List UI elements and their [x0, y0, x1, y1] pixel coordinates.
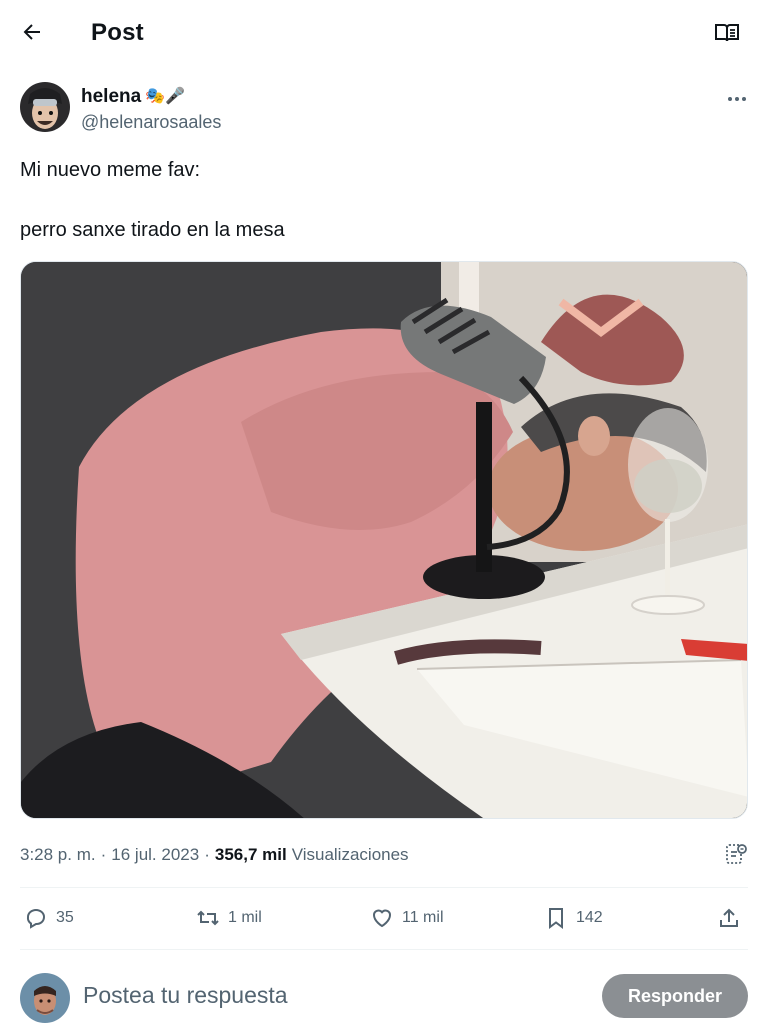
share-icon: [720, 908, 738, 927]
repost-count: 1 mil: [228, 909, 262, 926]
current-user-avatar[interactable]: [20, 973, 70, 1023]
author-avatar[interactable]: [20, 82, 70, 132]
user-face-icon: [34, 986, 56, 1015]
reply-input[interactable]: Postea tu respuesta: [83, 982, 288, 1009]
post-date[interactable]: 16 jul. 2023: [111, 845, 199, 865]
post-image[interactable]: [20, 261, 748, 819]
post-actions: 35 1 mil 11 mil 142: [20, 898, 748, 942]
more-horizontal-icon[interactable]: [726, 88, 748, 110]
reply-action[interactable]: 35: [24, 906, 74, 930]
author-emojis: 🎭🎤: [145, 88, 186, 105]
post-text: Mi nuevo meme fav: perro sanxe tirado en…: [20, 155, 748, 245]
like-action[interactable]: 11 mil: [370, 906, 444, 930]
author-name-row: helena 🎭🎤: [81, 86, 185, 108]
post-time[interactable]: 3:28 p. m.: [20, 845, 96, 865]
post-author: helena 🎭🎤 @helenarosaales: [20, 82, 748, 136]
repost-icon: [197, 910, 219, 926]
meta-separator-2: ·: [204, 845, 210, 864]
divider-top: [20, 887, 748, 888]
divider-bottom: [20, 949, 748, 950]
reply-count: 35: [56, 909, 74, 926]
reply-composer: Postea tu respuesta Responder: [20, 970, 748, 1024]
post-line-2: perro sanxe tirado en la mesa: [20, 219, 285, 241]
page-title: Post: [91, 19, 144, 46]
post-meta: 3:28 p. m. · 16 jul. 2023 · 356,7 mil Vi…: [20, 843, 409, 867]
bookmark-icon: [549, 908, 563, 929]
arrow-left-icon[interactable]: [20, 20, 44, 44]
views-label: Visualizaciones: [291, 845, 409, 864]
bookmark-action[interactable]: 142: [544, 906, 603, 930]
like-count: 11 mil: [402, 909, 444, 926]
avatar-face-icon: [28, 88, 62, 129]
analytics-icon[interactable]: [724, 842, 748, 866]
bookmark-count: 142: [576, 909, 603, 926]
author-handle[interactable]: @helenarosaales: [81, 112, 221, 133]
meme-photo-illustration: [21, 262, 747, 818]
reply-icon: [26, 908, 46, 929]
reply-button[interactable]: Responder: [602, 974, 748, 1018]
post-line-1: Mi nuevo meme fav:: [20, 159, 201, 181]
repost-action[interactable]: 1 mil: [196, 906, 262, 930]
meta-separator-1: ·: [100, 845, 107, 864]
post-header: Post: [0, 0, 768, 66]
open-book-icon[interactable]: [714, 22, 740, 44]
heart-icon: [372, 909, 392, 928]
views-count: 356,7 mil: [214, 845, 287, 864]
author-name[interactable]: helena: [81, 86, 141, 108]
share-action[interactable]: [717, 906, 741, 930]
